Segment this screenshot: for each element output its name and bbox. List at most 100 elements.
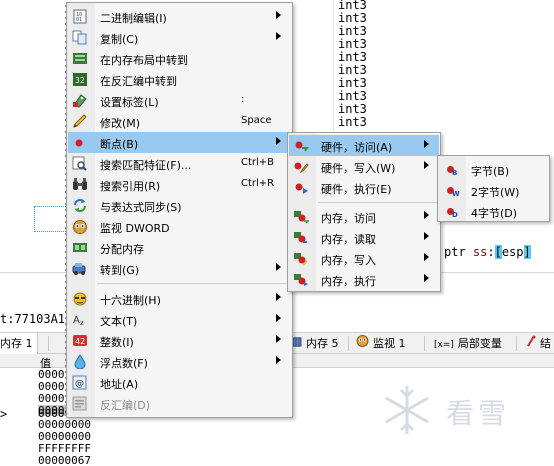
menu-item-text[interactable]: Az 文本(T) bbox=[68, 309, 291, 330]
tab-memory-5[interactable]: 内存 5 bbox=[286, 333, 343, 354]
menu-item-label: 内存，执行 bbox=[321, 275, 376, 288]
menu-item-integer[interactable]: 42 整数(I) bbox=[68, 330, 291, 351]
disasm-line: int3 bbox=[338, 115, 367, 129]
menu-item-label: 内存，写入 bbox=[321, 254, 376, 267]
menu-item-address[interactable]: @ 地址(A) bbox=[68, 372, 291, 393]
disasm-icon: 32 bbox=[72, 72, 88, 87]
tab-label: 结 bbox=[540, 337, 551, 350]
dump-value[interactable]: FFFFFFFF bbox=[38, 443, 102, 454]
menu-item-label: 浮点数(F) bbox=[100, 357, 148, 370]
menu-item-label: 内存，读取 bbox=[321, 233, 376, 246]
menu-item-shortcut: : bbox=[241, 94, 245, 105]
menu-item-label: 分配内存 bbox=[100, 243, 144, 256]
tab-label: 内存 5 bbox=[306, 337, 339, 350]
menu-item-find-references[interactable]: 搜索引用(R) Ctrl+R bbox=[68, 174, 291, 195]
menu-item-word[interactable]: W 2字节(W) bbox=[439, 180, 548, 201]
address-status: t:77103A1 bbox=[0, 312, 66, 326]
menu-item-mem-read[interactable]: 内存，读取 bbox=[289, 227, 439, 248]
menu-item-hw-execute[interactable]: 硬件，执行(E) bbox=[289, 177, 439, 198]
kanxue-watermark: 看雪 bbox=[382, 380, 552, 450]
dump-context-menu: 10 01 二进制编辑(I) 复制(C) 在内存布局中转到 32 在反汇编中转到 … bbox=[63, 2, 293, 418]
menu-item-label: 文本(T) bbox=[100, 315, 138, 328]
menu-item-hw-write[interactable]: 硬件，写入(W) bbox=[289, 156, 439, 177]
menu-item-label: 搜索引用(R) bbox=[100, 180, 161, 193]
menu-item-label: 搜索匹配特征(F)... bbox=[100, 159, 192, 172]
svg-text:01: 01 bbox=[76, 17, 82, 23]
hw-breakpoint-execute-icon bbox=[293, 180, 309, 195]
menu-item-search-pattern[interactable]: 搜索匹配特征(F)... Ctrl+B bbox=[68, 153, 291, 174]
tab-locals[interactable]: [x=] 局部变量 bbox=[430, 333, 506, 354]
menu-item-label: 4字节(D) bbox=[471, 207, 518, 220]
menu-item-hex[interactable]: 十六进制(H) bbox=[68, 288, 291, 309]
menu-item-label: 硬件，写入(W) bbox=[321, 162, 396, 175]
menu-item-goto[interactable]: 转到(G) bbox=[68, 258, 291, 279]
menu-item-mem-execute[interactable]: 内存，执行 bbox=[289, 269, 439, 290]
binary-edit-icon: 10 01 bbox=[72, 9, 88, 24]
word-breakpoint-icon: W bbox=[443, 183, 460, 198]
current-row-arrow: > bbox=[0, 407, 8, 421]
menu-item-sync-expression[interactable]: 与表达式同步(S) bbox=[68, 195, 291, 216]
menu-item-byte[interactable]: B 字节(B) bbox=[439, 159, 548, 180]
dump-value[interactable]: 00000000 bbox=[38, 431, 102, 442]
menu-item-goto-disasm[interactable]: 32 在反汇编中转到 bbox=[68, 69, 291, 90]
tab-divider bbox=[348, 336, 349, 351]
disasm-operand: ptr ss:[esp] bbox=[444, 245, 531, 259]
submenu-arrow-icon bbox=[424, 274, 429, 282]
dword-breakpoint-icon: D bbox=[443, 204, 459, 219]
menu-separator bbox=[318, 202, 437, 203]
menu-item-set-label[interactable]: 设置标签(L) : bbox=[68, 90, 291, 111]
mem-breakpoint-execute-icon bbox=[293, 272, 309, 287]
watermark-text: 看雪 bbox=[446, 397, 511, 430]
menu-item-label: 地址(A) bbox=[100, 378, 139, 391]
menu-item-goto-memory-map[interactable]: 在内存布局中转到 bbox=[68, 48, 291, 69]
tab-struct[interactable]: 结 bbox=[522, 333, 554, 354]
menu-item-label: 反汇编(D) bbox=[100, 399, 151, 412]
menu-item-label: 十六进制(H) bbox=[100, 294, 161, 307]
submenu-arrow-icon bbox=[424, 140, 429, 148]
search-pattern-icon bbox=[72, 156, 88, 171]
menu-item-label: 在反汇编中转到 bbox=[100, 75, 177, 88]
segment-register: ss bbox=[472, 245, 488, 259]
byte-breakpoint-icon: B bbox=[443, 162, 459, 177]
menu-item-allocate-memory[interactable]: 分配内存 bbox=[68, 237, 291, 258]
menu-item-float[interactable]: 浮点数(F) bbox=[68, 351, 291, 372]
tab-label: 局部变量 bbox=[457, 337, 502, 350]
tab-watch-1[interactable]: 监视 1 bbox=[352, 333, 410, 354]
hex-icon bbox=[72, 291, 88, 306]
menu-item-disassembly: 反汇编(D) bbox=[68, 393, 291, 414]
goto-icon bbox=[72, 261, 88, 276]
tab-label: 内存 1 bbox=[0, 337, 33, 350]
menu-item-binary-edit[interactable]: 10 01 二进制编辑(I) bbox=[68, 6, 291, 27]
menu-item-mem-write[interactable]: 内存，写入 bbox=[289, 248, 439, 269]
pencil-icon bbox=[72, 114, 88, 129]
svg-text:@: @ bbox=[75, 379, 84, 389]
menu-item-shortcut: Ctrl+B bbox=[241, 157, 275, 168]
address-icon: @ bbox=[72, 375, 88, 390]
menu-item-modify[interactable]: 修改(M) Space bbox=[68, 111, 291, 132]
menu-item-label: 监视 DWORD bbox=[100, 222, 170, 235]
menu-item-watch-dword[interactable]: 监视 DWORD bbox=[68, 216, 291, 237]
menu-item-label: 2字节(W) bbox=[471, 186, 520, 199]
dump-value[interactable]: 00000000 bbox=[38, 419, 102, 430]
esp-register: esp bbox=[501, 245, 524, 259]
copy-icon bbox=[72, 30, 88, 45]
integer-icon: 42 bbox=[72, 333, 88, 348]
tab-memory-1[interactable]: 内存 1 bbox=[0, 333, 38, 354]
mem-breakpoint-read-icon bbox=[293, 230, 309, 245]
float-icon bbox=[72, 354, 88, 370]
hw-breakpoint-access-icon bbox=[293, 138, 309, 153]
menu-item-dword[interactable]: D 4字节(D) bbox=[439, 201, 548, 222]
tab-divider bbox=[516, 336, 517, 351]
menu-item-breakpoint[interactable]: 断点(B) bbox=[68, 132, 291, 153]
breakpoint-icon bbox=[72, 135, 88, 150]
snowflake-logo-icon bbox=[385, 386, 429, 434]
menu-item-label: 二进制编辑(I) bbox=[100, 12, 167, 25]
submenu-arrow-icon bbox=[276, 137, 281, 145]
bracket-open: [ bbox=[494, 245, 502, 259]
menu-item-mem-access[interactable]: 内存，访问 bbox=[289, 206, 439, 227]
menu-item-hw-access[interactable]: 硬件，访问(A) bbox=[289, 135, 439, 156]
dump-value[interactable]: 00000067 bbox=[38, 455, 102, 466]
menu-item-copy[interactable]: 复制(C) bbox=[68, 27, 291, 48]
submenu-arrow-icon bbox=[424, 232, 429, 240]
binoculars-icon bbox=[72, 177, 88, 192]
